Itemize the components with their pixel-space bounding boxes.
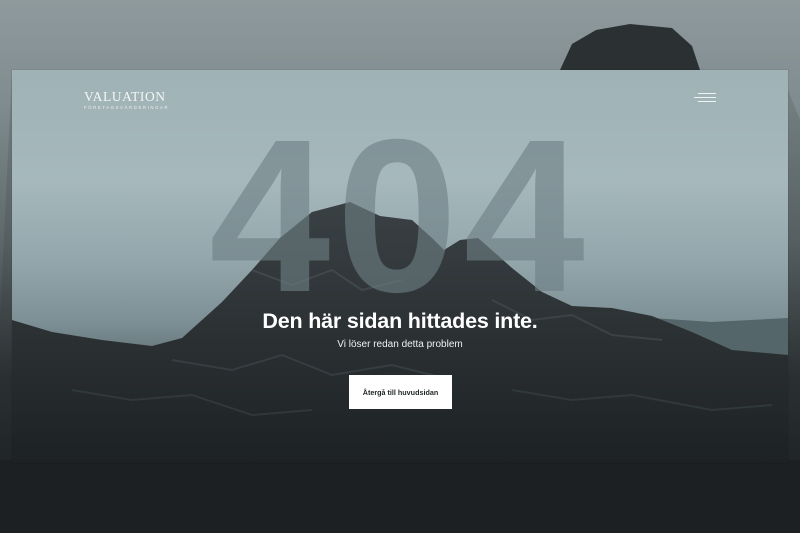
menu-line — [694, 97, 716, 99]
return-home-button[interactable]: Återgå till huvudsidan — [349, 375, 452, 409]
page-subtitle: Vi löser redan detta problem — [337, 339, 463, 350]
hamburger-menu-icon[interactable] — [692, 91, 716, 105]
page-title: Den här sidan hittades inte. — [262, 309, 538, 333]
menu-line — [698, 93, 716, 95]
hero-frame: VALUATION FÖRETAGSVÄRDERINGAR 404 Den hä… — [12, 70, 788, 463]
error-code: 404 — [209, 95, 591, 338]
brand-logo[interactable]: VALUATION FÖRETAGSVÄRDERINGAR — [84, 89, 169, 110]
menu-line — [698, 101, 716, 103]
brand-name: VALUATION — [84, 89, 166, 104]
